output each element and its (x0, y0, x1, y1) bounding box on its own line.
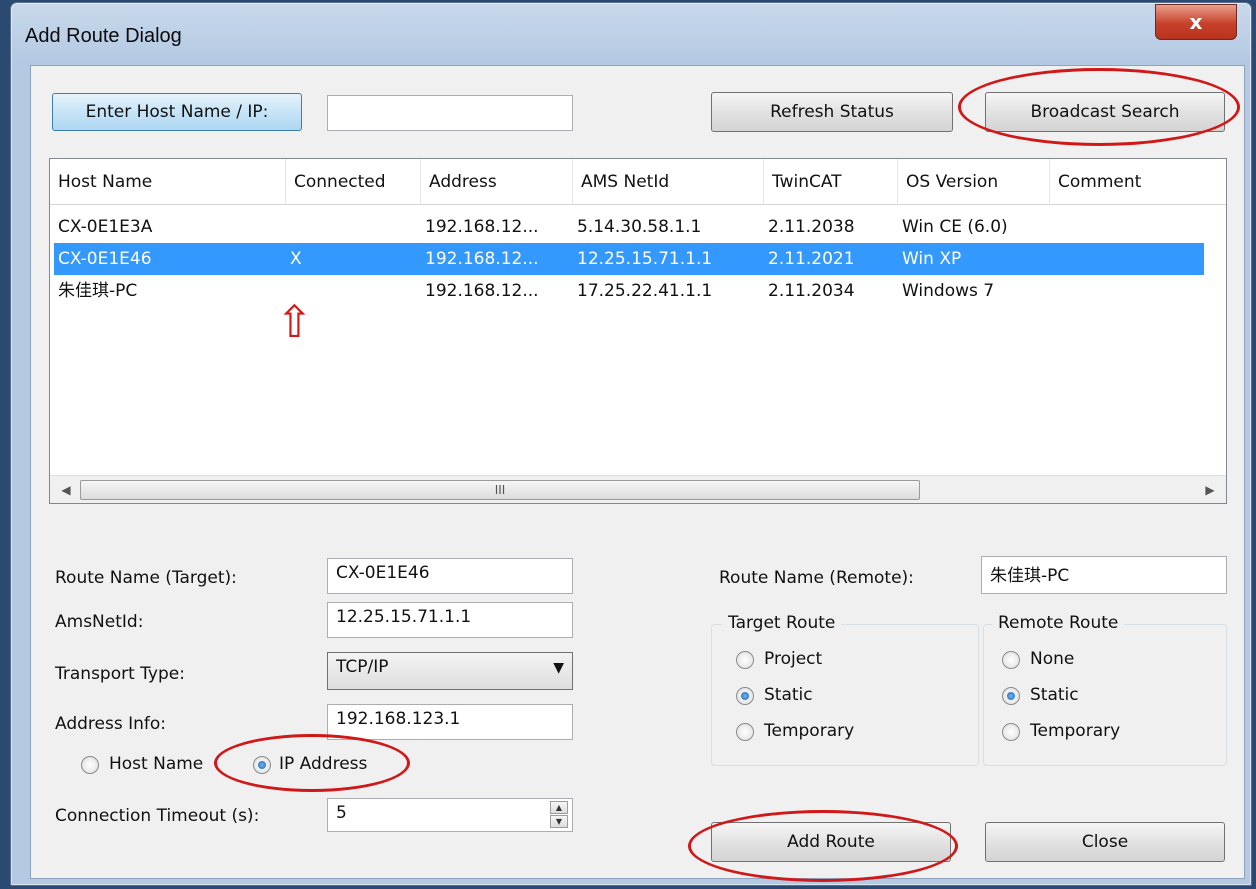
cell-ams-netid: 12.25.15.71.1.1 (577, 249, 713, 269)
amsnetid-label: AmsNetId: (55, 612, 144, 632)
cell-twincat: 2.11.2021 (768, 249, 855, 269)
dialog-client-area: Enter Host Name / IP: Refresh Status Bro… (30, 65, 1245, 879)
chevron-down-icon: ▼ (553, 660, 564, 676)
remote-route-none-label[interactable]: None (1030, 649, 1074, 669)
target-route-project-radio[interactable] (736, 651, 754, 669)
connection-timeout-value: 5 (336, 803, 347, 823)
spin-up-icon[interactable]: ▲ (550, 801, 568, 814)
route-name-remote-label: Route Name (Remote): (719, 568, 914, 588)
column-header-host-name[interactable]: Host Name (50, 159, 286, 205)
cell-ams-netid: 17.25.22.41.1.1 (577, 281, 713, 301)
cell-host-name: CX-0E1E3A (58, 217, 153, 237)
address-info-label: Address Info: (55, 714, 167, 734)
ip-address-radio[interactable] (253, 756, 271, 774)
target-route-temporary-radio[interactable] (736, 723, 754, 741)
target-route-static-radio[interactable] (736, 687, 754, 705)
cell-os-version: Win XP (902, 249, 962, 269)
target-route-group: Target Route Project Static Temporary (711, 613, 979, 766)
target-route-project-label[interactable]: Project (764, 649, 822, 669)
cell-twincat: 2.11.2034 (768, 281, 855, 301)
arrow-up-annotation-icon: ⇧ (276, 297, 313, 348)
close-window-button[interactable]: x (1155, 4, 1237, 40)
cell-address: 192.168.12... (425, 249, 539, 269)
route-name-target-label: Route Name (Target): (55, 568, 237, 588)
cell-twincat: 2.11.2038 (768, 217, 855, 237)
transport-type-label: Transport Type: (55, 664, 185, 684)
remote-route-static-label[interactable]: Static (1030, 685, 1079, 705)
cell-host-name: CX-0E1E46 (58, 249, 152, 269)
address-info-input[interactable]: 192.168.123.1 (327, 704, 573, 740)
cell-connected (286, 211, 290, 243)
horizontal-scrollbar[interactable]: ◀ III ▶ (50, 475, 1226, 503)
close-button[interactable]: Close (985, 822, 1225, 862)
cell-comment (1050, 275, 1054, 307)
column-header-ams-netid[interactable]: AMS NetId (573, 159, 764, 205)
remote-route-title: Remote Route (992, 613, 1125, 633)
cell-host-name: 朱佳琪-PC (58, 281, 138, 301)
ip-address-radio-label[interactable]: IP Address (279, 754, 367, 774)
remote-route-group: Remote Route None Static Temporary (983, 613, 1227, 766)
table-row-selected[interactable]: CX-0E1E46 X 192.168.12... 12.25.15.71.1.… (54, 243, 1204, 275)
transport-type-select[interactable]: TCP/IP ▼ (327, 652, 573, 690)
host-name-radio-label[interactable]: Host Name (109, 754, 203, 774)
connection-timeout-label: Connection Timeout (s): (55, 806, 260, 826)
cell-ams-netid: 5.14.30.58.1.1 (577, 217, 702, 237)
cell-comment (1050, 211, 1054, 243)
add-route-dialog: Add Route Dialog x Enter Host Name / IP:… (10, 2, 1252, 886)
remote-route-static-radio[interactable] (1002, 687, 1020, 705)
close-icon: x (1189, 10, 1203, 34)
column-header-address[interactable]: Address (421, 159, 573, 205)
target-route-static-label[interactable]: Static (764, 685, 813, 705)
title-bar[interactable]: Add Route Dialog x (11, 3, 1251, 65)
target-route-temporary-label[interactable]: Temporary (764, 721, 854, 741)
cell-address: 192.168.12... (425, 217, 539, 237)
table-row[interactable]: CX-0E1E3A 192.168.12... 5.14.30.58.1.1 2… (54, 211, 1204, 243)
cell-comment (1050, 243, 1054, 275)
column-header-twincat[interactable]: TwinCAT (764, 159, 898, 205)
transport-type-value: TCP/IP (336, 657, 389, 677)
window-title: Add Route Dialog (25, 25, 182, 47)
cell-connected: X (290, 249, 302, 269)
cell-address: 192.168.12... (425, 281, 539, 301)
route-name-remote-input[interactable]: 朱佳琪-PC (981, 556, 1227, 594)
remote-route-temporary-radio[interactable] (1002, 723, 1020, 741)
enter-host-button[interactable]: Enter Host Name / IP: (52, 93, 302, 131)
route-list[interactable]: Host Name Connected Address AMS NetId Tw… (49, 158, 1227, 504)
column-header-comment[interactable]: Comment (1050, 159, 1226, 205)
refresh-status-button[interactable]: Refresh Status (711, 92, 953, 132)
target-route-title: Target Route (722, 613, 842, 633)
cell-os-version: Windows 7 (902, 281, 995, 301)
table-row[interactable]: 朱佳琪-PC 192.168.12... 17.25.22.41.1.1 2.1… (54, 275, 1204, 307)
connection-timeout-input[interactable]: 5 ▲ ▼ (327, 798, 573, 832)
route-name-target-input[interactable]: CX-0E1E46 (327, 558, 573, 594)
spin-down-icon[interactable]: ▼ (550, 815, 568, 828)
remote-route-none-radio[interactable] (1002, 651, 1020, 669)
amsnetid-input[interactable]: 12.25.15.71.1.1 (327, 602, 573, 638)
column-header-os-version[interactable]: OS Version (898, 159, 1050, 205)
scroll-right-icon[interactable]: ▶ (1200, 480, 1220, 500)
add-route-button[interactable]: Add Route (711, 822, 951, 862)
list-header: Host Name Connected Address AMS NetId Tw… (50, 159, 1226, 205)
scrollbar-thumb[interactable]: III (80, 480, 920, 500)
broadcast-search-button[interactable]: Broadcast Search (985, 92, 1225, 132)
scroll-left-icon[interactable]: ◀ (56, 480, 76, 500)
cell-os-version: Win CE (6.0) (902, 217, 1008, 237)
host-ip-input[interactable] (327, 95, 573, 131)
remote-route-temporary-label[interactable]: Temporary (1030, 721, 1120, 741)
column-header-connected[interactable]: Connected (286, 159, 421, 205)
host-name-radio[interactable] (81, 756, 99, 774)
